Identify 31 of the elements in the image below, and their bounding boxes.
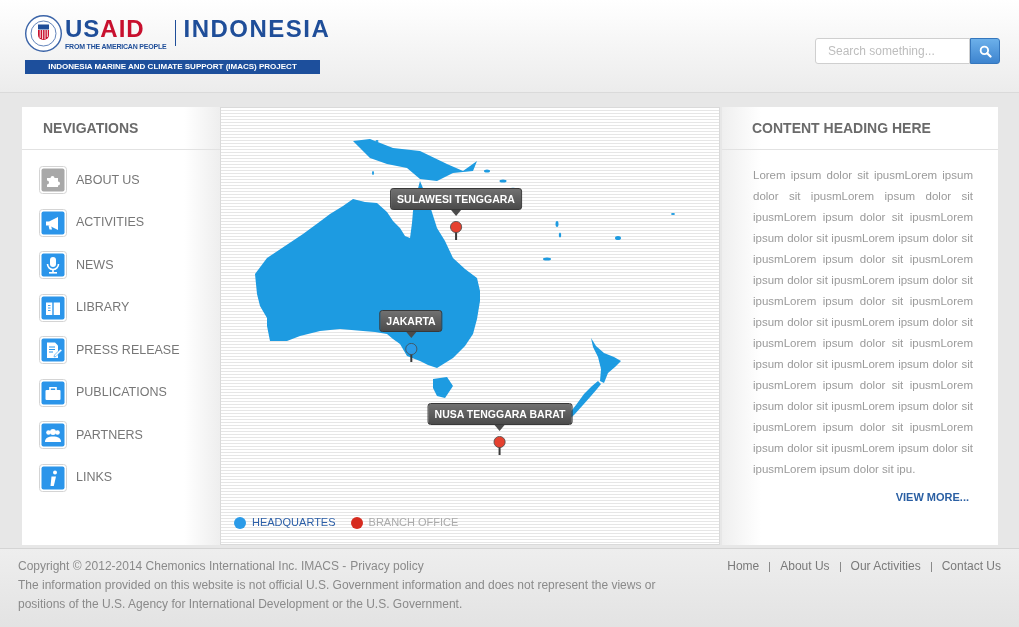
country-name: INDONESIA [183, 15, 331, 41]
search-icon [978, 44, 992, 58]
location-callout: NUSA TENGGARA BARAT [427, 403, 573, 431]
brand-name: USAID [65, 17, 146, 41]
panel-heading: CONTENT HEADING HERE [752, 118, 931, 138]
content-text: Lorem ipsum dolor sit ipusmLorem ipsum dolor sit ipusmLorem ipsum dolor sit ipusmLorem ipsum dolor sit ipusmLorem ipsum dolor sit ipusmLorem ipsum dolor sit ipusmLorem ipsum dolor sit ipusmLorem ipsum dolor sit ipusmLorem ipsum dolor sit ipusmLorem ipsum dolor sit ipusmLorem ipsum dolor sit ipusmLorem ipsum dolor sit ipusmLorem ipsum dolor sit ipusmLorem ipsum dolor sit ipusmLorem ipsum dolor sit ipusmLorem ipsum dolor sit ipusmLorem ipsum dolor sit ipusmLorem ipsum dolor sit ipusmLorem ipsum dolor sit ipusmLorem ipsum dolor sit ipusmLorem ipsum dolor sit ipusmLorem ipsum dolor sit ipu. [753, 168, 973, 477]
footer-link[interactable]: About Us [780, 557, 830, 576]
nav-item[interactable]: PARTNERS [22, 414, 220, 457]
nav-item[interactable]: LINKS [22, 456, 220, 499]
privacy-policy-link[interactable]: Privacy policy [350, 557, 424, 576]
view-more-link[interactable]: VIEW MORE... [895, 489, 969, 506]
footer-link[interactable]: Home [727, 557, 760, 576]
footer-link[interactable]: Our Activities [850, 557, 921, 576]
nav-item[interactable]: PUBLICATIONS [22, 371, 220, 414]
disclaimer-text: The information provided on this website is not official U.S. Government information and does not represent the views or positions of the U.S. Agency for International Development or the U.S. Government. [18, 577, 657, 613]
nav-item[interactable]: ABOUT US [22, 159, 220, 202]
nav-item[interactable]: PRESS RELEASE [22, 329, 220, 372]
project-banner: INDONESIA MARINE AND CLIMATE SUPPORT (IMACS) PROJECT [25, 60, 320, 74]
panel-heading: NEVIGATIONS [43, 118, 139, 138]
location-callout: SULAWESI TENGGARA [390, 188, 522, 216]
copyright-text: Copyright © 2012-2014 Chemonics International Inc. IMACS - [18, 558, 347, 575]
nav-item[interactable]: LIBRARY [22, 286, 220, 329]
search-field[interactable]: Search something... [815, 38, 970, 64]
location-callout: JAKARTA [379, 310, 443, 338]
legend-label: BRANCH OFFICE [368, 516, 459, 529]
nav-item[interactable]: NEWS [22, 244, 220, 287]
footer-link[interactable]: Contact Us [941, 557, 1001, 576]
nav-item[interactable]: ACTIVITIES [22, 201, 220, 244]
search-button[interactable] [970, 38, 1000, 64]
emblem-icon [25, 15, 62, 52]
legend-label: HEADQUARTES [252, 516, 336, 529]
